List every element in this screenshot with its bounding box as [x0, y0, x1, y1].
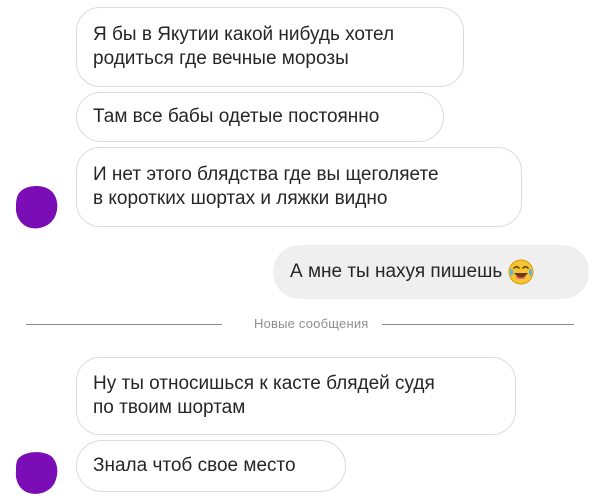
message-text: И нет этого блядства где вы щеголяете в …: [93, 164, 439, 209]
message-bubble[interactable]: Знала чтоб свое место: [76, 440, 346, 492]
message-text: Там все бабы одетые постоянно: [93, 106, 380, 127]
message-bubble[interactable]: И нет этого блядства где вы щеголяете в …: [76, 147, 522, 227]
new-messages-divider: Новые сообщения: [26, 314, 574, 334]
message-bubble[interactable]: Я бы в Якутии какой нибудь хотел родитьс…: [76, 7, 464, 87]
divider-line-left: [26, 324, 222, 325]
avatar-icon: [15, 186, 58, 229]
message-bubble-outgoing[interactable]: А мне ты нахуя пишешь: [273, 245, 589, 299]
message-text: Я бы в Якутии какой нибудь хотел родитьс…: [93, 24, 395, 69]
message-bubble[interactable]: Там все бабы одетые постоянно: [76, 92, 444, 142]
avatar[interactable]: [12, 182, 62, 232]
message-text: А мне ты нахуя пишешь: [290, 261, 503, 282]
avatar-icon: [15, 452, 58, 494]
message-bubble[interactable]: Ну ты относишься к касте блядей судя по …: [76, 357, 516, 435]
divider-line-right: [382, 324, 574, 325]
avatar[interactable]: [12, 447, 62, 497]
message-text: Знала чтоб свое место: [93, 455, 296, 476]
message-text: Ну ты относишься к касте блядей судя по …: [93, 373, 435, 418]
new-messages-label: Новые сообщения: [254, 316, 369, 331]
face-with-tears-of-joy-icon: [508, 259, 534, 285]
